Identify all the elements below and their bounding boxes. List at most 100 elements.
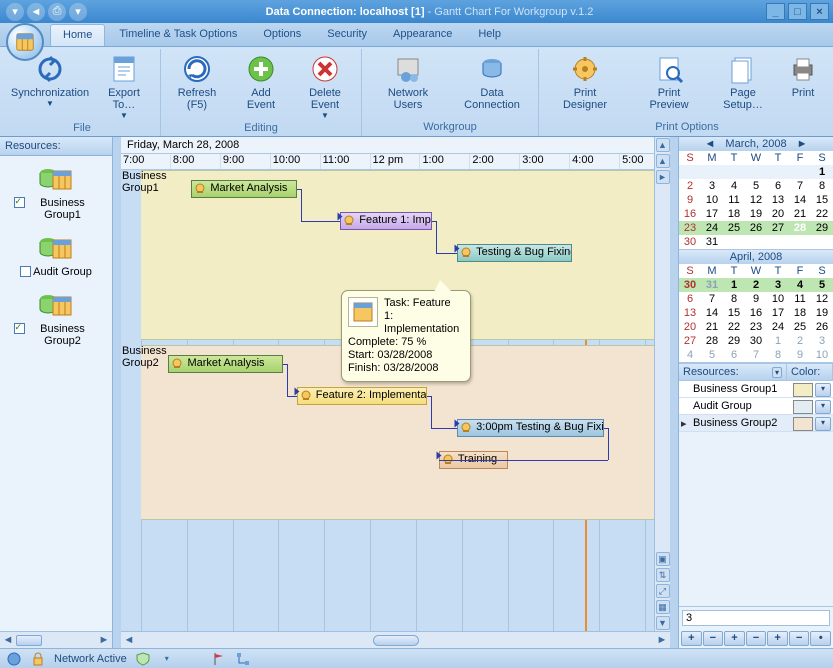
calendar-day[interactable]: 29 xyxy=(811,221,833,235)
calendar-day[interactable]: 28 xyxy=(789,221,811,235)
calendar-day[interactable]: 7 xyxy=(789,179,811,193)
calendar-day[interactable]: 26 xyxy=(745,221,767,235)
export-to--button[interactable]: ExportTo…▼ xyxy=(94,51,154,120)
calendar-day[interactable]: 31 xyxy=(701,235,723,249)
legend-dd-icon[interactable]: ▾ xyxy=(815,383,831,397)
vscroll-down-icon[interactable]: ▼ xyxy=(656,616,670,630)
status-lock-icon[interactable] xyxy=(30,651,46,667)
calendar-day[interactable]: 6 xyxy=(767,179,789,193)
status-globe-icon[interactable] xyxy=(6,651,22,667)
legend-row[interactable]: ▸Business Group2▾ xyxy=(679,415,833,432)
resources-scrollbar[interactable]: ◄► xyxy=(0,631,112,648)
calendar-day[interactable]: 14 xyxy=(701,306,723,320)
vtool-b-icon[interactable]: ⇅ xyxy=(656,568,670,582)
legend-dd-icon[interactable]: ▾ xyxy=(815,417,831,431)
calendar-day[interactable]: 8 xyxy=(723,292,745,306)
calendar-day[interactable]: 16 xyxy=(679,207,701,221)
vtool-c-icon[interactable]: ⤢ xyxy=(656,584,670,598)
calendar-day[interactable]: 5 xyxy=(745,179,767,193)
calendar-day[interactable]: 6 xyxy=(679,292,701,306)
legend-resources-dd-icon[interactable]: ▾ xyxy=(772,367,782,378)
vscroll-up-icon[interactable]: ▲ xyxy=(656,138,670,152)
calendar-day[interactable]: 31 xyxy=(701,278,723,292)
gantt-bar[interactable]: Feature 2: Implementation xyxy=(297,387,428,405)
calendar-day[interactable]: 12 xyxy=(745,193,767,207)
page-setup--button[interactable]: PageSetup… xyxy=(713,51,773,119)
calendar-day[interactable]: 1 xyxy=(723,278,745,292)
calendar-day[interactable]: 23 xyxy=(745,320,767,334)
status-flag-icon[interactable] xyxy=(211,651,227,667)
calendar-month-2[interactable]: April, 2008SMTWTFS3031123456789101112131… xyxy=(679,250,833,363)
resource-checkbox[interactable] xyxy=(14,323,25,334)
calendar-day[interactable]: 9 xyxy=(679,193,701,207)
zoom-input[interactable] xyxy=(682,610,830,626)
maximize-button[interactable]: □ xyxy=(788,3,807,20)
gantt-bar[interactable]: Feature 1: Implementation xyxy=(340,212,432,230)
ribbon-tab-home[interactable]: Home xyxy=(50,24,105,46)
calendar-day[interactable]: 15 xyxy=(811,193,833,207)
splitter-right[interactable] xyxy=(670,137,678,648)
calendar-day[interactable]: 27 xyxy=(679,334,701,348)
calendar-day[interactable]: 13 xyxy=(767,193,789,207)
calendar-day[interactable]: 3 xyxy=(701,179,723,193)
cal-next-icon[interactable]: ► xyxy=(793,138,812,150)
calendar-day[interactable]: 17 xyxy=(701,207,723,221)
calendar-day[interactable]: 21 xyxy=(789,207,811,221)
calendar-day[interactable] xyxy=(789,165,811,179)
resource-item[interactable]: Business Group2 xyxy=(0,286,112,355)
calendar-day[interactable]: 10 xyxy=(811,348,833,362)
synchronization-button[interactable]: Synchronization▼ xyxy=(10,51,90,120)
qa-down-icon[interactable]: ▾ xyxy=(6,3,24,21)
resource-item[interactable]: Audit Group xyxy=(0,229,112,286)
calendar-day[interactable]: 2 xyxy=(679,179,701,193)
calendar-day[interactable]: 2 xyxy=(789,334,811,348)
calendar-day[interactable]: 28 xyxy=(701,334,723,348)
calendar-day[interactable]: 5 xyxy=(701,348,723,362)
calendar-day[interactable]: 18 xyxy=(789,306,811,320)
delete-event-button[interactable]: DeleteEvent▼ xyxy=(295,51,355,120)
calendar-day[interactable]: 8 xyxy=(811,179,833,193)
calendar-day[interactable]: 7 xyxy=(701,292,723,306)
gantt-horizontal-scrollbar[interactable]: ◄► xyxy=(121,631,670,648)
print-designer-button[interactable]: PrintDesigner xyxy=(545,51,625,119)
zb-plus[interactable]: + xyxy=(681,631,702,646)
legend-row[interactable]: Business Group1▾ xyxy=(679,381,833,398)
calendar-day[interactable] xyxy=(745,235,767,249)
calendar-day[interactable]: 7 xyxy=(745,348,767,362)
legend-row[interactable]: Audit Group▾ xyxy=(679,398,833,415)
calendar-day[interactable]: 14 xyxy=(789,193,811,207)
print-preview-button[interactable]: PrintPreview xyxy=(629,51,709,119)
calendar-day[interactable]: 24 xyxy=(767,320,789,334)
calendar-day[interactable] xyxy=(767,165,789,179)
calendar-day[interactable]: 4 xyxy=(679,348,701,362)
calendar-day[interactable]: 1 xyxy=(767,334,789,348)
vtool-d-icon[interactable]: ▦ xyxy=(656,600,670,614)
calendar-day[interactable]: 3 xyxy=(767,278,789,292)
calendar-day[interactable]: 20 xyxy=(767,207,789,221)
calendar-day[interactable]: 1 xyxy=(811,165,833,179)
zb-minus3[interactable]: − xyxy=(789,631,810,646)
calendar-day[interactable] xyxy=(767,235,789,249)
print-button[interactable]: Print xyxy=(777,51,829,119)
gantt-bar[interactable]: Market Analysis xyxy=(191,180,296,198)
calendar-day[interactable]: 30 xyxy=(679,278,701,292)
calendar-day[interactable] xyxy=(723,165,745,179)
calendar-day[interactable] xyxy=(811,235,833,249)
gantt-body[interactable]: Business Group1Market AnalysisFeature 1:… xyxy=(121,170,670,631)
calendar-day[interactable]: 25 xyxy=(723,221,745,235)
ribbon-tab-options[interactable]: Options xyxy=(251,24,313,46)
minimize-button[interactable]: _ xyxy=(766,3,785,20)
calendar-month-1[interactable]: ◄March, 2008►SMTWTFS12345678910111213141… xyxy=(679,137,833,250)
calendar-day[interactable]: 10 xyxy=(767,292,789,306)
calendar-day[interactable]: 3 xyxy=(811,334,833,348)
calendar-day[interactable]: 8 xyxy=(767,348,789,362)
zb-plus2[interactable]: + xyxy=(724,631,745,646)
zb-minus2[interactable]: − xyxy=(746,631,767,646)
calendar-day[interactable]: 21 xyxy=(701,320,723,334)
calendar-day[interactable]: 18 xyxy=(723,207,745,221)
calendar-day[interactable]: 30 xyxy=(745,334,767,348)
vtool-a-icon[interactable]: ▣ xyxy=(656,552,670,566)
calendar-day[interactable]: 2 xyxy=(745,278,767,292)
calendar-day[interactable] xyxy=(723,235,745,249)
calendar-day[interactable]: 22 xyxy=(723,320,745,334)
